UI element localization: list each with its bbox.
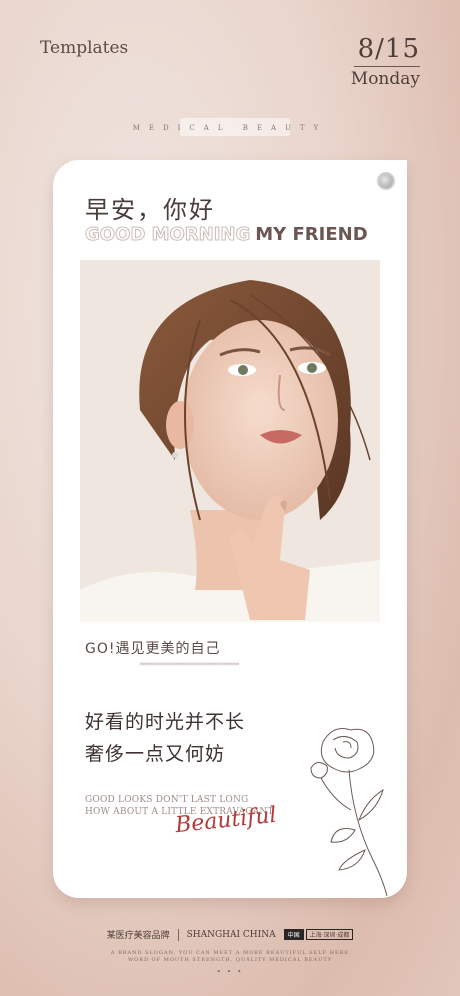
greeting-en-outline: GOOD MORNING (84, 224, 251, 246)
go-tagline: GO!遇见更美的自己 (85, 641, 221, 657)
brand-title: Templates (40, 38, 129, 58)
date-number: 8/15 (357, 34, 420, 64)
slogan-line-2: WORD OF MOUTH STRENGTH, QUALITY MEDICAL … (127, 957, 333, 963)
date-block: 8/15 Monday (351, 34, 420, 89)
footer-city-tag: 中国 上海·深圳·成都 (283, 929, 354, 940)
kicker-text: MEDICAL BEAUTY (132, 124, 328, 132)
slogan-line-1: A BRAND SLOGAN, YOU CAN MEET A MORE BEAU… (110, 950, 350, 956)
quote-line-1: 好看的时光并不长 (85, 711, 246, 733)
date-weekday: Monday (350, 69, 420, 89)
footer-bar: 某医疗美容品牌 SHANGHAI CHINA 中国 上海·深圳·成都 (0, 928, 460, 941)
poster-card: 早安，你好 GOOD MORNING MY FRIEND GO!遇见更美的自己 … (53, 160, 407, 898)
greeting-en-solid: MY FRIEND (255, 224, 368, 245)
country-badge: 中国 (283, 929, 304, 940)
date-divider (354, 66, 420, 67)
footer-divider (177, 928, 179, 941)
portrait-photo (80, 260, 380, 622)
footer-city: SHANGHAI CHINA (186, 929, 276, 940)
footer-slogan: A BRAND SLOGAN, YOU CAN MEET A MORE BEAU… (0, 950, 460, 964)
quote-block: 好看的时光并不长 奢侈一点又何妨 (85, 706, 245, 770)
quote-line-2: 奢侈一点又何妨 (85, 743, 226, 765)
greeting-cn: 早安，你好 (85, 196, 215, 224)
greeting-en: GOOD MORNING MY FRIEND (84, 224, 368, 246)
portrait-illustration (80, 260, 380, 622)
english-line-1: GOOD LOOKS DON'T LAST LONG (85, 795, 249, 805)
footer-brand: 某医疗美容品牌 (106, 931, 170, 941)
footer-dots: • • • (216, 968, 244, 976)
rose-line-art-icon (310, 728, 388, 896)
card-dot-icon (377, 172, 395, 190)
cities-list: 上海·深圳·成都 (305, 929, 354, 940)
chevron-divider-icon: »»»»»»»»»»»»»»»»»»»»»»»»»»»»»»» (139, 660, 240, 668)
